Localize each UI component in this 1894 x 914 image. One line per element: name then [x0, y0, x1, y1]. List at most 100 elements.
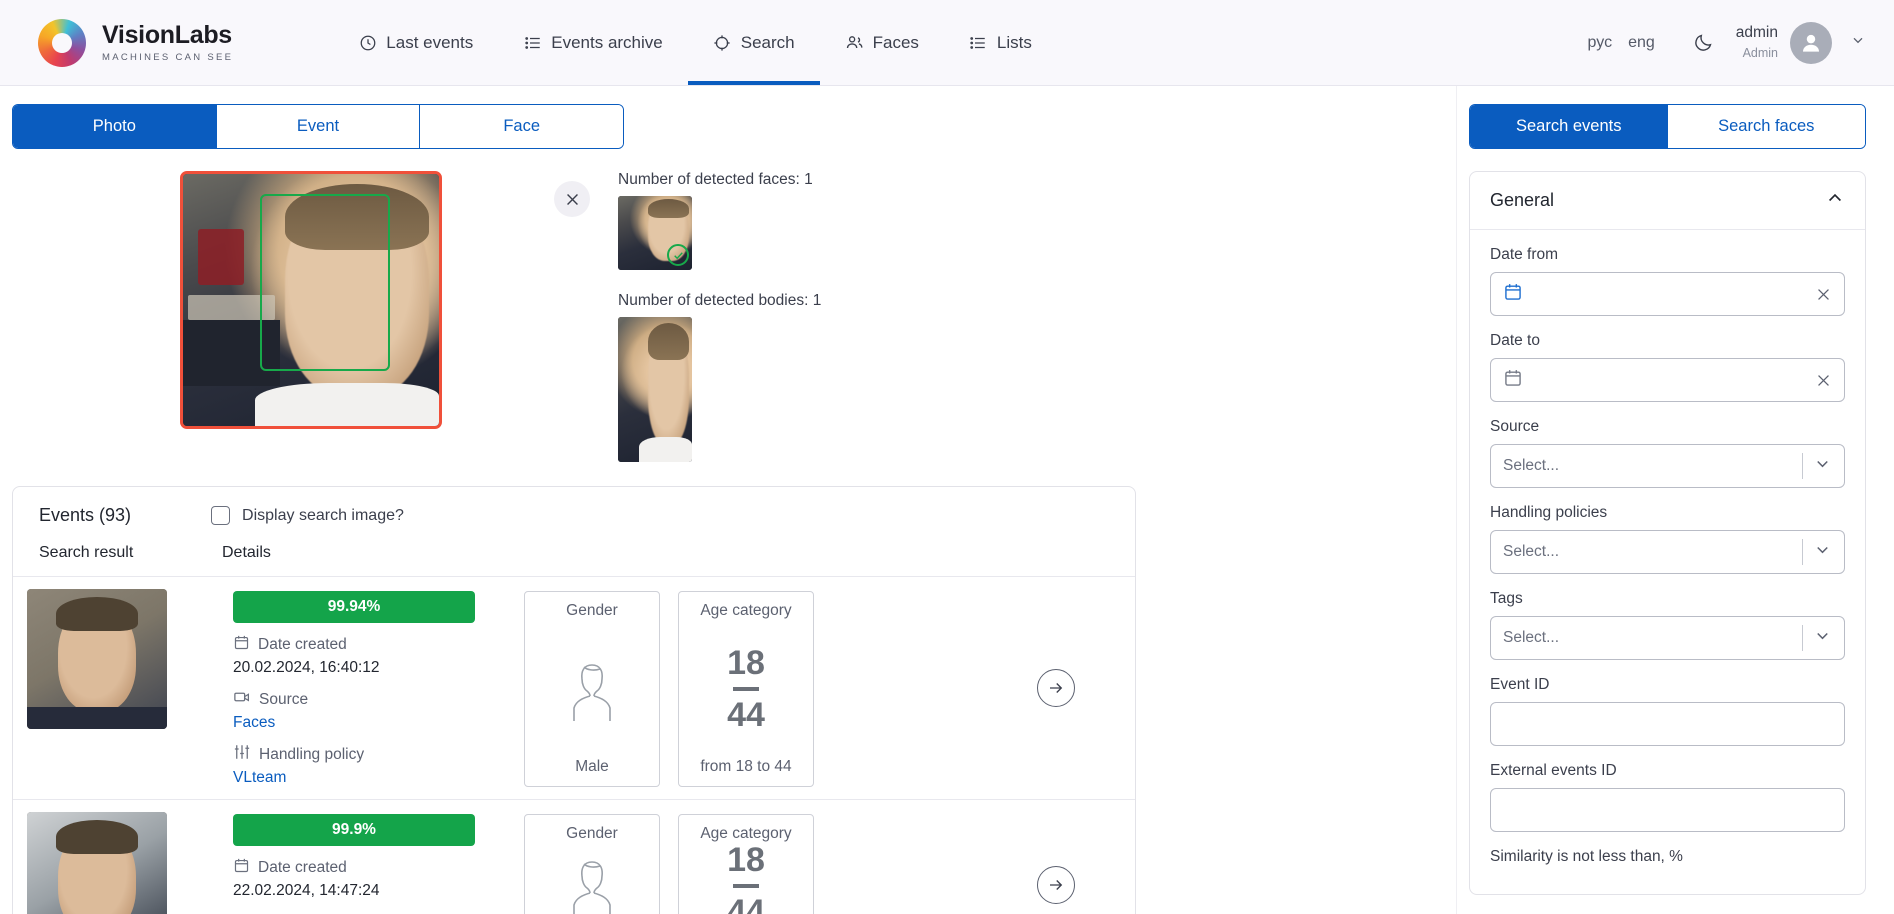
- event-id-input[interactable]: [1490, 702, 1845, 746]
- date-created-value: 20.02.2024, 16:40:12: [233, 659, 498, 677]
- language-ru-button[interactable]: рус: [1580, 34, 1621, 52]
- events-card: Events (93) Display search image? Search…: [12, 486, 1136, 914]
- left-column: Photo Event Face: [0, 86, 1456, 914]
- arrow-right-icon[interactable]: [1037, 866, 1075, 904]
- camera-icon: [233, 688, 251, 711]
- gender-card: Gender Male: [524, 814, 660, 914]
- age-card: Age category 18 44 from 18 to 44: [678, 591, 814, 787]
- nav-label: Last events: [386, 33, 473, 53]
- calendar-icon[interactable]: [1503, 368, 1523, 393]
- field-similarity: Similarity is not less than, %: [1490, 848, 1845, 866]
- nav-item-faces[interactable]: Faces: [820, 0, 944, 85]
- list-icon: [969, 33, 988, 52]
- chevron-down-icon[interactable]: [1813, 454, 1832, 478]
- visionlabs-logo-icon: [38, 19, 86, 67]
- gender-value: Male: [575, 758, 609, 776]
- arrow-right-icon[interactable]: [1037, 669, 1075, 707]
- date-from-input[interactable]: [1490, 272, 1845, 316]
- moon-icon[interactable]: [1693, 32, 1714, 53]
- chevron-down-icon[interactable]: [1813, 540, 1832, 564]
- age-card: Age category 18 44 from 18 to 44: [678, 814, 814, 914]
- calendar-icon[interactable]: [1503, 282, 1523, 307]
- nav-item-last-events[interactable]: Last events: [333, 0, 498, 85]
- field-external-events-id: External events ID: [1490, 762, 1845, 832]
- person-icon: [560, 843, 624, 914]
- user-menu[interactable]: admin Admin: [1736, 22, 1866, 64]
- handling-policy-label-row: Handling policy: [233, 743, 498, 766]
- date-created-label: Date created: [258, 636, 347, 654]
- table-row[interactable]: 99.94% Date created 20.02.2024, 16:40:12…: [13, 577, 1135, 800]
- result-thumbnail[interactable]: [27, 812, 167, 914]
- avatar: [1790, 22, 1832, 64]
- search-photo-wrapper: [180, 171, 442, 429]
- checkbox[interactable]: [211, 506, 230, 525]
- field-label: Source: [1490, 418, 1845, 436]
- search-photo: [180, 171, 442, 429]
- chevron-down-icon[interactable]: [1850, 32, 1866, 53]
- field-date-to: Date to: [1490, 332, 1845, 402]
- field-label: Similarity is not less than, %: [1490, 848, 1845, 866]
- brand-logo[interactable]: VisionLabs MACHINES CAN SEE: [38, 19, 233, 67]
- face-bounding-box: [260, 194, 391, 370]
- field-label: External events ID: [1490, 762, 1845, 780]
- nav-item-lists[interactable]: Lists: [944, 0, 1057, 85]
- people-icon: [845, 33, 864, 52]
- thumb-hair-region: [56, 597, 137, 631]
- close-icon[interactable]: [554, 181, 590, 217]
- nav-item-search[interactable]: Search: [688, 0, 820, 85]
- tab-event[interactable]: Event: [217, 105, 421, 148]
- thumb-hair-region: [56, 820, 137, 854]
- column-search-result: Search result: [39, 544, 222, 562]
- tags-select[interactable]: Select...: [1490, 616, 1845, 660]
- thumb-shoulders-region: [27, 707, 167, 729]
- tab-face[interactable]: Face: [420, 105, 623, 148]
- tab-photo[interactable]: Photo: [13, 105, 217, 148]
- thumb-hair-region: [648, 323, 689, 361]
- date-to-input[interactable]: [1490, 358, 1845, 402]
- person-icon: [560, 620, 624, 758]
- age-divider: [733, 687, 759, 691]
- nav-label: Lists: [997, 33, 1032, 53]
- list-icon: [523, 33, 542, 52]
- sliders-icon: [233, 743, 251, 766]
- handling-policies-select[interactable]: Select...: [1490, 530, 1845, 574]
- chevron-up-icon[interactable]: [1825, 188, 1845, 213]
- user-role: Admin: [1743, 46, 1778, 60]
- detected-body-thumbnail[interactable]: [618, 317, 692, 462]
- general-filters-panel: General Date from: [1469, 171, 1866, 895]
- detected-face-thumbnail[interactable]: [618, 196, 692, 270]
- sidebar-tabs: Search events Search faces: [1469, 104, 1866, 149]
- chevron-down-icon[interactable]: [1813, 626, 1832, 650]
- detections-panel: Number of detected faces: 1 Number of de…: [618, 171, 821, 466]
- nav-label: Search: [741, 33, 795, 53]
- date-created-label-row: Date created: [233, 857, 498, 879]
- handling-policy-label: Handling policy: [259, 746, 364, 764]
- nav-item-events-archive[interactable]: Events archive: [498, 0, 688, 85]
- general-panel-header[interactable]: General: [1470, 172, 1865, 230]
- source-select[interactable]: Select...: [1490, 444, 1845, 488]
- external-events-id-input[interactable]: [1490, 788, 1845, 832]
- app-header: VisionLabs MACHINES CAN SEE Last events …: [0, 0, 1894, 86]
- general-panel-body: Date from Date to: [1470, 230, 1865, 894]
- clear-icon[interactable]: [1815, 286, 1832, 303]
- tab-search-events[interactable]: Search events: [1470, 105, 1668, 148]
- result-details: 99.9% Date created 22.02.2024, 14:47:24 …: [233, 812, 498, 914]
- attribute-cards: Gender Male Age category: [524, 589, 814, 787]
- tags-placeholder: Select...: [1503, 629, 1559, 647]
- age-from: 18: [727, 646, 765, 680]
- divider: [1802, 539, 1803, 565]
- calendar-icon: [233, 634, 250, 656]
- result-thumbnail[interactable]: [27, 589, 167, 729]
- field-label: Handling policies: [1490, 504, 1845, 522]
- clear-icon[interactable]: [1815, 372, 1832, 389]
- date-created-value: 22.02.2024, 14:47:24: [233, 882, 498, 900]
- detected-bodies-block: Number of detected bodies: 1: [618, 292, 821, 462]
- handling-policy-value[interactable]: VLteam: [233, 769, 498, 787]
- table-row[interactable]: 99.9% Date created 22.02.2024, 14:47:24 …: [13, 800, 1135, 914]
- search-image-area: Number of detected faces: 1 Number of de…: [0, 171, 1456, 466]
- field-label: Date to: [1490, 332, 1845, 350]
- display-search-image-toggle[interactable]: Display search image?: [211, 506, 404, 525]
- language-en-button[interactable]: eng: [1620, 34, 1663, 52]
- source-value[interactable]: Faces: [233, 714, 498, 732]
- tab-search-faces[interactable]: Search faces: [1668, 105, 1866, 148]
